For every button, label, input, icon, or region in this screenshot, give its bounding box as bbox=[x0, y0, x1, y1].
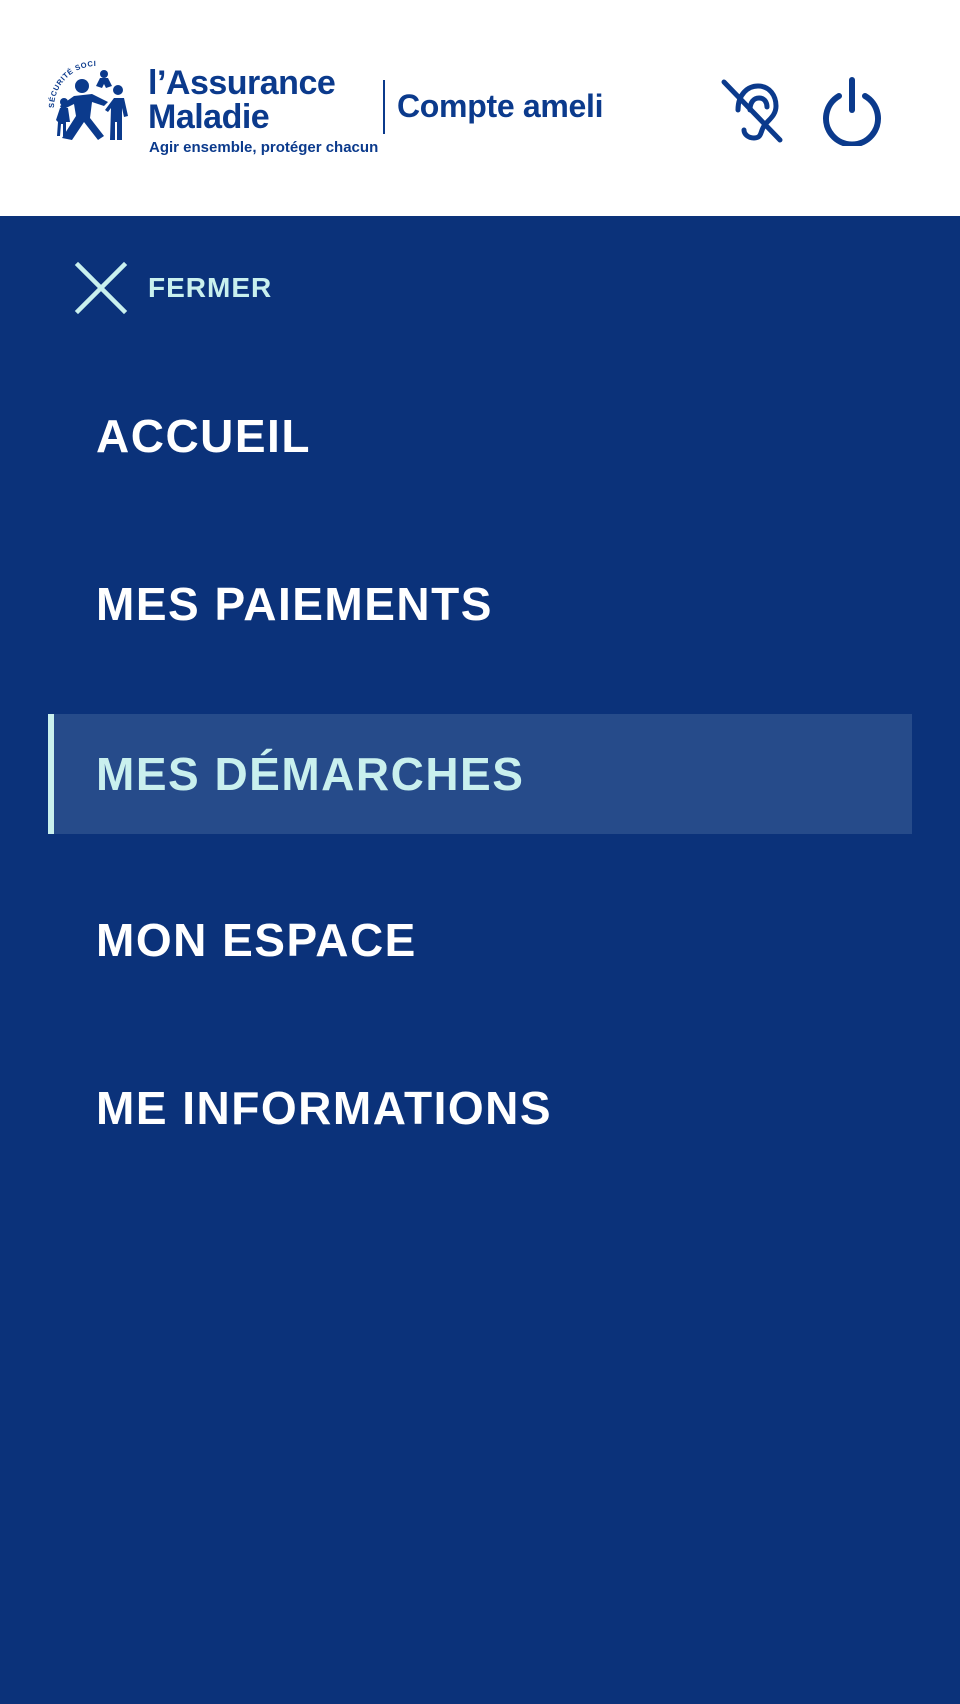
header-divider bbox=[383, 80, 385, 134]
close-menu-button[interactable]: FERMER bbox=[74, 260, 272, 316]
logo-title-line2: Maladie bbox=[148, 98, 270, 136]
logout-button[interactable] bbox=[817, 76, 887, 146]
nav-item-mes-demarches[interactable]: MES DÉMARCHES bbox=[48, 714, 912, 834]
logo-title: l’Assurance Maladie bbox=[148, 64, 336, 136]
app-name: Compte ameli bbox=[397, 88, 604, 124]
logo-title-line1: l’Assurance bbox=[148, 64, 336, 102]
navigation-menu: FERMER ACCUEIL MES PAIEMENTS MES DÉMARCH… bbox=[0, 216, 960, 1704]
logo-tagline: Agir ensemble, protéger chacun bbox=[149, 139, 379, 156]
hearing-impaired-icon bbox=[721, 79, 783, 143]
power-icon bbox=[823, 77, 881, 146]
nav-item-accueil[interactable]: ACCUEIL bbox=[48, 376, 912, 496]
accessibility-button[interactable] bbox=[716, 76, 786, 146]
app-header: SÉCURITÉ SOCIALE l’Assurance Maladie Agi… bbox=[0, 0, 960, 216]
nav-item-mon-espace[interactable]: MON ESPACE bbox=[48, 880, 912, 1000]
close-icon bbox=[74, 261, 128, 315]
nav-item-mes-paiements[interactable]: MES PAIEMENTS bbox=[48, 544, 912, 664]
logo-emblem-icon: SÉCURITÉ SOCIALE bbox=[44, 56, 128, 140]
close-menu-label: FERMER bbox=[148, 272, 273, 303]
nav-item-me-informations[interactable]: ME INFORMATIONS bbox=[48, 1048, 912, 1168]
